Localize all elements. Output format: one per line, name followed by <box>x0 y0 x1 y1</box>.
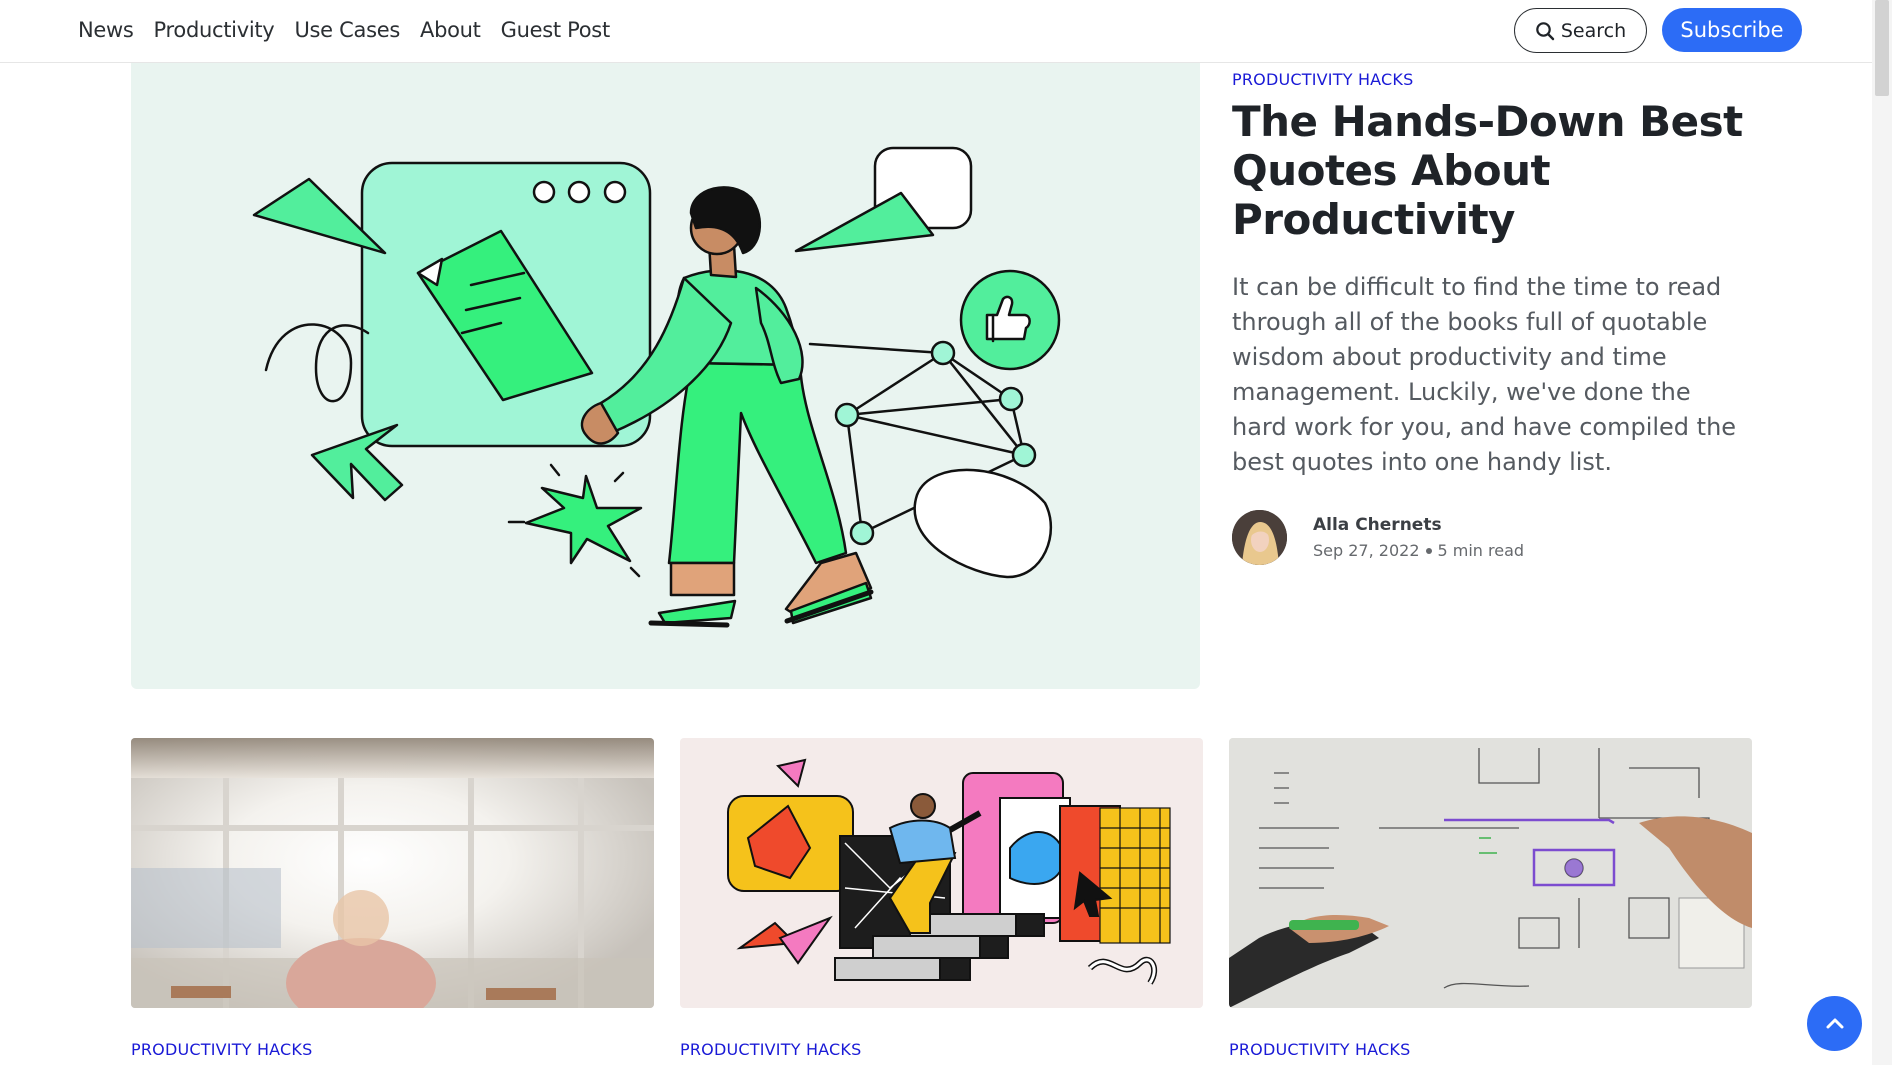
post-info: Sep 27, 2022 5 min read <box>1313 541 1524 560</box>
back-to-top-button[interactable] <box>1807 996 1862 1051</box>
post-card: PRODUCTIVITY HACKS <box>131 738 654 1059</box>
site-header: News Productivity Use Cases About Guest … <box>0 0 1872 63</box>
scrollbar-track[interactable] <box>1872 0 1892 1065</box>
author-name[interactable]: Alla Chernets <box>1313 515 1524 535</box>
search-label: Search <box>1560 19 1627 42</box>
post-card: PRODUCTIVITY HACKS <box>680 738 1203 1059</box>
search-button[interactable]: Search <box>1514 8 1647 53</box>
post-card-image[interactable] <box>680 738 1203 1008</box>
author-block: Alla Chernets Sep 27, 2022 5 min read <box>1232 510 1752 565</box>
post-card-category-tag[interactable]: PRODUCTIVITY HACKS <box>1229 1040 1410 1059</box>
search-icon <box>1536 21 1555 40</box>
post-card: PRODUCTIVITY HACKS <box>1229 738 1752 1059</box>
chevron-up-icon <box>1826 1018 1843 1028</box>
post-card-image[interactable] <box>131 738 654 1008</box>
hero-title[interactable]: The Hands-Down Best Quotes About Product… <box>1232 97 1752 244</box>
nav-item-productivity[interactable]: Productivity <box>154 18 275 42</box>
scrollbar-thumb[interactable] <box>1875 0 1889 96</box>
nav-item-about[interactable]: About <box>420 18 481 42</box>
main-nav: News Productivity Use Cases About Guest … <box>78 18 610 42</box>
post-date: Sep 27, 2022 <box>1313 541 1420 560</box>
hero-post: PRODUCTIVITY HACKS The Hands-Down Best Q… <box>1232 70 1752 565</box>
author-avatar[interactable] <box>1232 510 1287 565</box>
hero-illustration[interactable] <box>131 63 1200 689</box>
separator-dot <box>1425 547 1432 554</box>
subscribe-button[interactable]: Subscribe <box>1662 8 1802 52</box>
hero-excerpt: It can be difficult to find the time to … <box>1232 273 1737 476</box>
post-card-category-tag[interactable]: PRODUCTIVITY HACKS <box>680 1040 861 1059</box>
read-time: 5 min read <box>1437 541 1525 560</box>
nav-item-news[interactable]: News <box>78 18 134 42</box>
hero-category-tag[interactable]: PRODUCTIVITY HACKS <box>1232 70 1752 89</box>
author-meta: Alla Chernets Sep 27, 2022 5 min read <box>1313 515 1524 560</box>
nav-item-guest-post[interactable]: Guest Post <box>501 18 611 42</box>
post-card-category-tag[interactable]: PRODUCTIVITY HACKS <box>131 1040 312 1059</box>
post-card-image[interactable] <box>1229 738 1752 1008</box>
nav-item-use-cases[interactable]: Use Cases <box>294 18 400 42</box>
